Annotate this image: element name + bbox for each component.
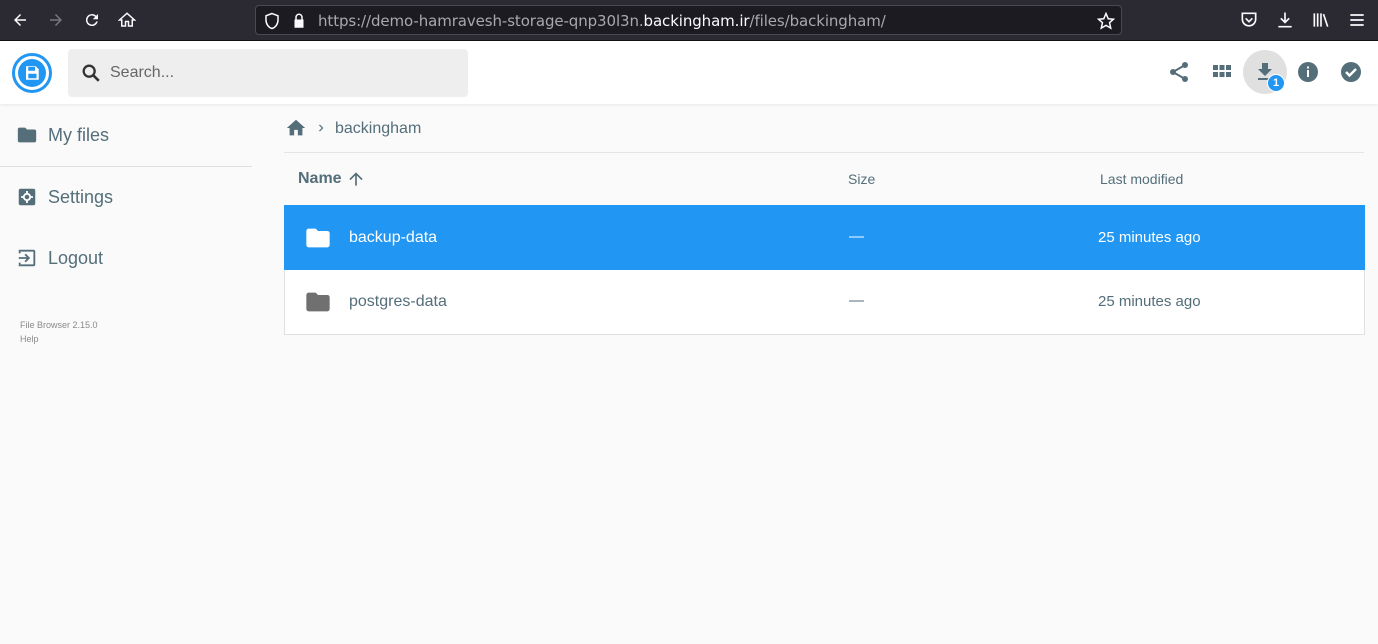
logout-icon	[18, 249, 36, 267]
column-header-name[interactable]: Name	[298, 170, 342, 188]
home-button[interactable]	[115, 8, 139, 32]
search-icon	[82, 64, 100, 82]
file-list: backup-data — 25 minutes ago postgres-da…	[284, 205, 1365, 335]
column-header-modified[interactable]: Last modified	[1100, 171, 1183, 187]
download-button[interactable]: 1	[1243, 50, 1287, 94]
sidebar: My files Settings Logout File Browser 2.…	[0, 104, 252, 644]
browser-toolbar: https://demo-hamravesh-storage-qnp30l3n.…	[0, 0, 1378, 41]
sidebar-item-my-files[interactable]: My files	[0, 105, 252, 165]
back-button[interactable]	[8, 8, 32, 32]
list-item[interactable]: backup-data — 25 minutes ago	[284, 205, 1365, 270]
downloads-icon[interactable]	[1275, 10, 1295, 30]
sidebar-item-label: Settings	[48, 186, 114, 207]
grid-view-icon	[1213, 65, 1231, 77]
floppy-disk-icon	[26, 66, 39, 80]
sidebar-item-settings[interactable]: Settings	[0, 167, 252, 227]
list-item[interactable]: postgres-data — 25 minutes ago	[284, 270, 1365, 335]
info-icon	[1298, 62, 1318, 82]
file-size: —	[849, 228, 864, 245]
forward-button[interactable]	[44, 8, 68, 32]
share-icon	[1170, 62, 1188, 82]
switch-view-button[interactable]	[1200, 50, 1244, 94]
share-button[interactable]	[1157, 50, 1201, 94]
help-link[interactable]: Help	[20, 332, 98, 346]
credits: File Browser 2.15.0 Help	[20, 318, 98, 346]
arrow-right-icon	[50, 14, 62, 26]
file-name: backup-data	[349, 229, 438, 246]
file-size: —	[849, 292, 864, 309]
version-text[interactable]: File Browser 2.15.0	[20, 318, 98, 332]
folder-icon	[17, 127, 37, 143]
sidebar-item-label: My files	[48, 124, 110, 145]
pocket-icon[interactable]	[1239, 10, 1259, 30]
app-logo[interactable]	[12, 53, 52, 93]
menu-icon[interactable]	[1347, 10, 1367, 30]
info-button[interactable]	[1286, 50, 1330, 94]
library-icon[interactable]	[1311, 10, 1331, 30]
breadcrumb: backingham	[284, 104, 1364, 153]
file-name: postgres-data	[349, 293, 447, 310]
reload-icon	[85, 14, 98, 27]
folder-icon	[306, 228, 330, 248]
shield-icon[interactable]	[263, 12, 281, 30]
sidebar-item-logout[interactable]: Logout	[0, 228, 252, 288]
bookmark-star-icon[interactable]	[1097, 12, 1115, 30]
sort-arrow-up-icon[interactable]	[346, 169, 366, 189]
home-icon	[118, 12, 136, 27]
settings-icon	[18, 188, 36, 206]
app-header: 1	[0, 41, 1378, 104]
reload-button[interactable]	[80, 8, 104, 32]
folder-icon	[306, 292, 330, 312]
url-bar[interactable]: https://demo-hamravesh-storage-qnp30l3n.…	[255, 5, 1122, 35]
sidebar-item-label: Logout	[48, 247, 104, 268]
file-modified: 25 minutes ago	[1098, 293, 1201, 310]
check-circle-icon	[1341, 62, 1361, 82]
search-input[interactable]	[110, 49, 460, 97]
select-multiple-button[interactable]	[1329, 50, 1373, 94]
home-icon[interactable]	[284, 117, 308, 139]
chevron-right-icon	[319, 124, 324, 132]
breadcrumb-current[interactable]: backingham	[335, 120, 421, 138]
file-modified: 25 minutes ago	[1098, 229, 1201, 246]
url-text: https://demo-hamravesh-storage-qnp30l3n.…	[318, 12, 886, 30]
file-list-header: Name Size Last modified	[284, 153, 1364, 205]
download-count-badge: 1	[1267, 74, 1285, 92]
lock-icon[interactable]	[290, 12, 308, 30]
column-header-size[interactable]: Size	[848, 171, 875, 187]
search-box[interactable]	[68, 49, 468, 97]
arrow-left-icon	[14, 14, 26, 26]
